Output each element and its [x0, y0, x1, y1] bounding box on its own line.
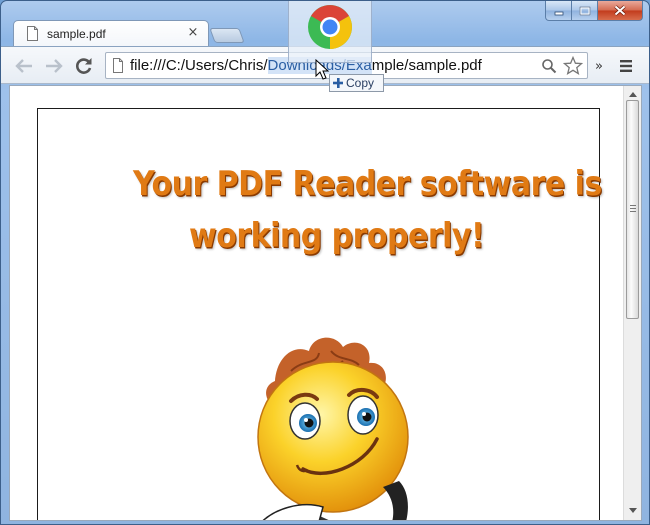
drag-copy-tooltip: Copy — [329, 74, 384, 92]
headline-line-2: working properly! — [189, 216, 485, 257]
tab-close-button[interactable]: × — [186, 26, 200, 40]
back-arrow-icon — [15, 59, 32, 73]
caption-buttons — [545, 1, 643, 22]
back-button[interactable] — [13, 55, 35, 77]
minimize-icon — [554, 11, 563, 15]
minimize-button[interactable] — [545, 1, 572, 21]
maximize-button[interactable] — [572, 1, 598, 21]
scroll-up-arrow-icon — [628, 92, 637, 97]
chrome-logo-icon — [308, 5, 352, 49]
scrollbar-thumb[interactable] — [626, 100, 639, 319]
menu-icon — [620, 60, 632, 72]
chrome-menu-button[interactable] — [615, 55, 637, 77]
scroll-down-arrow-icon — [628, 508, 637, 513]
close-icon — [614, 5, 626, 16]
scroll-down-button[interactable] — [624, 502, 641, 519]
tab-title: sample.pdf — [47, 26, 106, 41]
search-icon[interactable] — [541, 58, 557, 74]
browser-window: sample.pdf × file:///C:/Users/Chris/Down… — [0, 0, 650, 525]
headline-line-1: Your PDF Reader software is — [133, 164, 602, 205]
reload-icon — [76, 58, 92, 74]
tab-sample-pdf[interactable]: sample.pdf × — [13, 20, 209, 47]
maximize-icon — [579, 6, 590, 15]
close-window-button[interactable] — [598, 1, 643, 21]
drag-preview — [288, 1, 372, 63]
pdf-viewer: Your PDF Reader software is working prop… — [9, 85, 642, 521]
extensions-overflow-button[interactable]: » — [592, 55, 606, 77]
url-prefix: file:///C:/Users/Chris/ — [130, 57, 268, 74]
url-suffix: mple/sample.pdf — [371, 57, 482, 74]
pdf-page: Your PDF Reader software is working prop… — [37, 108, 602, 520]
page-icon — [113, 58, 123, 73]
vertical-scrollbar[interactable] — [623, 86, 641, 520]
plus-icon — [333, 78, 343, 88]
copy-label: Copy — [346, 76, 375, 90]
reload-button[interactable] — [73, 55, 95, 77]
forward-arrow-icon — [46, 59, 63, 73]
new-tab-button[interactable] — [209, 28, 245, 43]
page-icon — [27, 26, 38, 41]
bookmark-star-icon[interactable] — [563, 56, 583, 75]
smiley-mascot-image — [257, 337, 409, 520]
forward-button[interactable] — [43, 55, 65, 77]
